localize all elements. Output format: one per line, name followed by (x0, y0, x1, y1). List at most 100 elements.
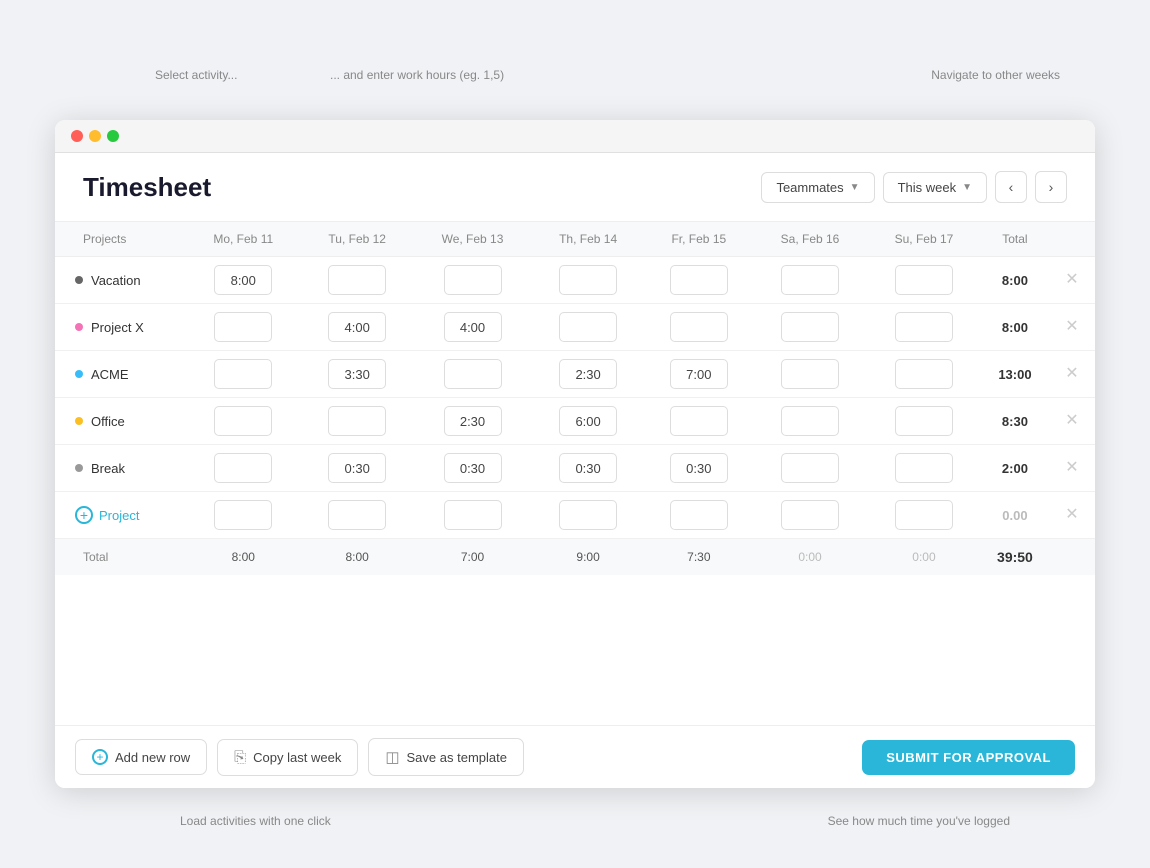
time-input-mon[interactable] (214, 453, 272, 483)
time-cell (867, 492, 981, 539)
time-input-sun[interactable] (895, 265, 953, 295)
submit-for-approval-button[interactable]: SUBMIT FOR APPROVAL (862, 740, 1075, 775)
time-input-wed[interactable] (444, 406, 502, 436)
traffic-light-yellow[interactable] (89, 130, 101, 142)
time-input-tue[interactable] (328, 312, 386, 342)
time-cell (532, 492, 645, 539)
time-cell (413, 398, 531, 445)
time-input-sat[interactable] (781, 359, 839, 389)
time-input-tue[interactable] (328, 359, 386, 389)
delete-row-button[interactable]: ✕ (1061, 413, 1082, 429)
time-cell (645, 398, 753, 445)
next-week-button[interactable]: › (1035, 171, 1067, 203)
this-week-dropdown[interactable]: This week ▼ (883, 172, 987, 203)
time-cell (532, 304, 645, 351)
time-cell (186, 351, 301, 398)
time-cell (867, 257, 981, 304)
time-cell (753, 492, 867, 539)
teammates-chevron-icon: ▼ (850, 182, 860, 193)
time-cell (186, 398, 301, 445)
traffic-light-green[interactable] (107, 130, 119, 142)
time-input-wed[interactable] (444, 453, 502, 483)
time-input-tue[interactable] (328, 406, 386, 436)
col-sun: Su, Feb 17 (867, 222, 981, 257)
delete-row-button[interactable]: ✕ (1061, 366, 1082, 382)
time-cell (301, 351, 413, 398)
time-input-sun[interactable] (895, 406, 953, 436)
total-fri: 7:30 (645, 539, 753, 576)
time-input-thu[interactable] (559, 312, 617, 342)
time-input-thu[interactable] (559, 359, 617, 389)
time-input-thu[interactable] (559, 500, 617, 530)
time-cell (301, 257, 413, 304)
time-input-mon[interactable] (214, 359, 272, 389)
time-input-sat[interactable] (781, 406, 839, 436)
time-cell (186, 492, 301, 539)
time-input-wed[interactable] (444, 500, 502, 530)
time-input-sat[interactable] (781, 312, 839, 342)
time-input-thu[interactable] (559, 406, 617, 436)
traffic-light-red[interactable] (71, 130, 83, 142)
time-cell (753, 304, 867, 351)
table-row: Project X 8:00 ✕ (55, 304, 1095, 351)
time-cell (532, 398, 645, 445)
time-cell (413, 492, 531, 539)
time-input-sun[interactable] (895, 359, 953, 389)
annotation-time-logged: See how much time you've logged (828, 814, 1010, 828)
time-input-sun[interactable] (895, 312, 953, 342)
delete-row-button[interactable]: ✕ (1061, 460, 1082, 476)
time-cell (532, 257, 645, 304)
project-name-break: Break (75, 461, 180, 476)
time-input-thu[interactable] (559, 265, 617, 295)
time-input-fri[interactable] (670, 359, 728, 389)
project-name-vacation: Vacation (75, 273, 180, 288)
time-cell (186, 445, 301, 492)
time-input-fri[interactable] (670, 265, 728, 295)
time-input-sat[interactable] (781, 265, 839, 295)
time-input-mon[interactable] (214, 312, 272, 342)
table-row: Break 2:00 ✕ (55, 445, 1095, 492)
add-new-row-button[interactable]: + Add new row (75, 739, 207, 775)
time-input-fri[interactable] (670, 312, 728, 342)
time-input-fri[interactable] (670, 500, 728, 530)
time-input-sun[interactable] (895, 453, 953, 483)
delete-row-button[interactable]: ✕ (1061, 319, 1082, 335)
time-input-sat[interactable] (781, 453, 839, 483)
time-input-wed[interactable] (444, 265, 502, 295)
time-input-sat[interactable] (781, 500, 839, 530)
row-total: 8:00 (981, 304, 1049, 351)
time-input-fri[interactable] (670, 406, 728, 436)
time-input-mon[interactable] (214, 406, 272, 436)
time-input-tue[interactable] (328, 265, 386, 295)
project-cell: Break (55, 445, 186, 492)
time-cell (301, 492, 413, 539)
save-as-template-button[interactable]: ◫ Save as template (368, 738, 524, 776)
time-input-tue[interactable] (328, 453, 386, 483)
time-input-thu[interactable] (559, 453, 617, 483)
time-input-mon[interactable] (214, 500, 272, 530)
time-input-wed[interactable] (444, 312, 502, 342)
time-input-wed[interactable] (444, 359, 502, 389)
time-input-fri[interactable] (670, 453, 728, 483)
time-cell (186, 257, 301, 304)
add-project-label: Project (99, 508, 139, 523)
add-project-button[interactable]: + Project (75, 506, 139, 524)
time-input-sun[interactable] (895, 500, 953, 530)
plus-icon: + (92, 749, 108, 765)
project-dot (75, 323, 83, 331)
project-cell: Office (55, 398, 186, 445)
time-cell (867, 304, 981, 351)
total-wed: 7:00 (413, 539, 531, 576)
time-cell (753, 445, 867, 492)
time-cell (867, 351, 981, 398)
project-name-projectx: Project X (75, 320, 180, 335)
copy-last-week-button[interactable]: ⎘ Copy last week (217, 739, 358, 776)
teammates-dropdown[interactable]: Teammates ▼ (761, 172, 874, 203)
time-input-mon[interactable] (214, 265, 272, 295)
delete-row-button[interactable]: ✕ (1061, 507, 1082, 523)
total-spacer (1049, 539, 1095, 576)
prev-week-button[interactable]: ‹ (995, 171, 1027, 203)
delete-cell: ✕ (1049, 351, 1095, 398)
delete-row-button[interactable]: ✕ (1061, 272, 1082, 288)
time-input-tue[interactable] (328, 500, 386, 530)
